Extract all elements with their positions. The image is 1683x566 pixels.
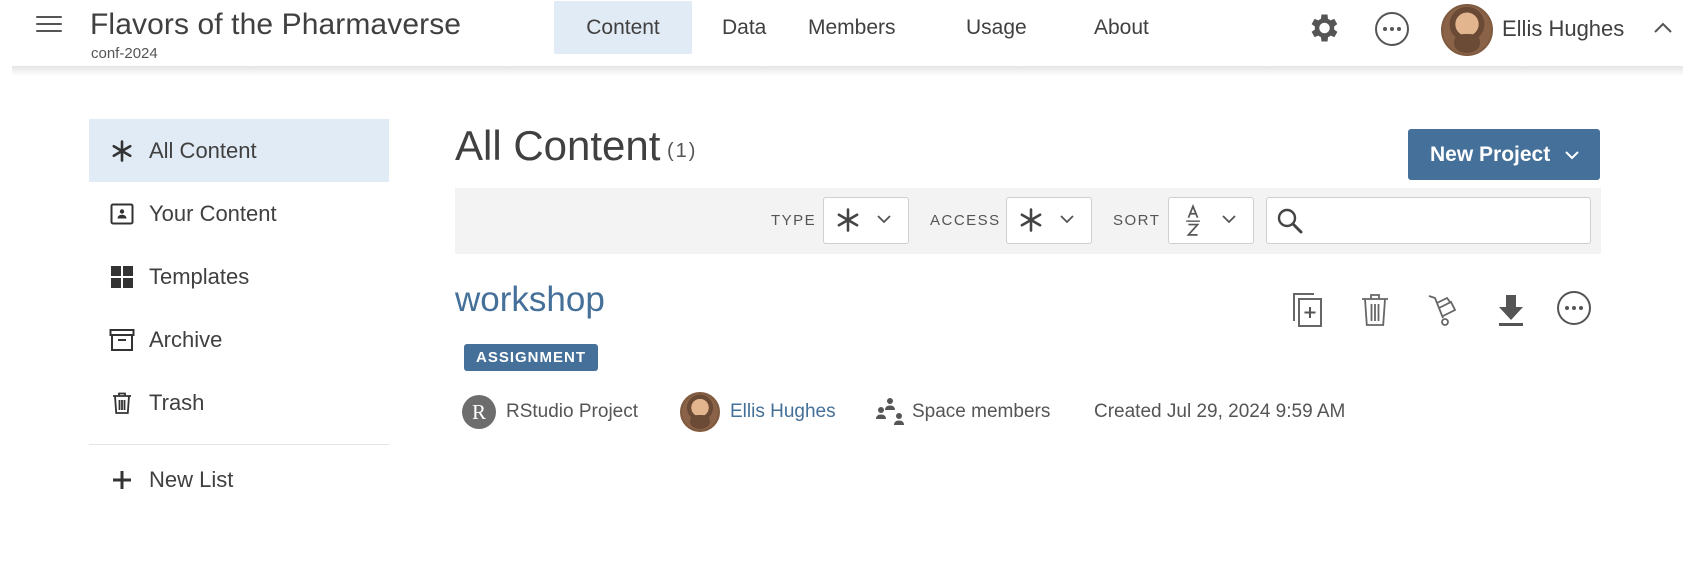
access-label: Space members [912, 401, 1051, 422]
download-icon [1499, 295, 1523, 326]
project-owner: Ellis Hughes [680, 392, 836, 432]
rstudio-icon: R [462, 395, 496, 429]
new-project-button[interactable]: New Project [1408, 129, 1600, 180]
sidebar-item-all-content[interactable]: All Content [89, 119, 389, 182]
new-list-button[interactable]: New List [89, 447, 389, 513]
trash-icon [109, 390, 135, 416]
sort-filter-label: SORT [1113, 212, 1161, 229]
user-name[interactable]: Ellis Hughes [1502, 16, 1624, 42]
chevron-down-icon [877, 215, 891, 224]
page-title: All Content [455, 122, 661, 169]
filter-bar: TYPE ACCESS SORT [455, 188, 1601, 254]
hamburger-menu-icon[interactable] [36, 16, 62, 36]
sidebar-item-label: Your Content [149, 200, 277, 226]
sort-select[interactable] [1168, 197, 1254, 244]
project-type: R RStudio Project [462, 393, 638, 431]
tab-content[interactable]: Content [554, 1, 692, 54]
tab-members[interactable]: Members [789, 1, 949, 54]
sidebar-item-label: Trash [149, 389, 205, 415]
grid-icon [109, 264, 135, 290]
asterisk-icon [109, 138, 135, 164]
sidebar-item-label: Templates [149, 263, 250, 289]
user-badge-icon [109, 201, 135, 227]
chevron-down-icon [1060, 215, 1074, 224]
search-box[interactable] [1266, 197, 1591, 244]
content-item-title[interactable]: workshop [455, 280, 605, 320]
access-filter-label: ACCESS [930, 212, 1001, 229]
trash-icon [1362, 294, 1388, 326]
more-options-icon[interactable] [1375, 12, 1409, 46]
sidebar-item-label: All Content [149, 137, 257, 163]
sidebar-item-trash[interactable]: Trash [89, 371, 389, 434]
space-nav: Content Data Members Usage About [554, 1, 1191, 54]
move-icon [1428, 295, 1457, 326]
type-filter-select[interactable] [823, 197, 909, 244]
asterisk-icon [1020, 208, 1042, 232]
type-filter-label: TYPE [771, 212, 817, 229]
tab-about[interactable]: About [1071, 1, 1191, 54]
owner-link[interactable]: Ellis Hughes [730, 401, 836, 423]
group-members-icon [876, 398, 904, 425]
plus-icon [109, 467, 135, 493]
space-subtitle: conf-2024 [91, 45, 158, 62]
project-type-label: RStudio Project [506, 401, 639, 422]
sidebar-item-label: Archive [149, 326, 223, 352]
access-filter-select[interactable] [1006, 197, 1092, 244]
gear-icon[interactable] [1305, 10, 1341, 46]
content-sidebar: All Content Your Content Templates Archi… [89, 119, 389, 513]
tab-data[interactable]: Data [692, 1, 789, 54]
space-title: Flavors of the Pharmaverse [90, 8, 462, 41]
tab-usage[interactable]: Usage [949, 1, 1071, 54]
download-project-button[interactable] [1491, 290, 1531, 330]
top-header: Flavors of the Pharmaverse conf-2024 Con… [0, 0, 1683, 70]
sidebar-item-templates[interactable]: Templates [89, 245, 389, 308]
assignment-badge: ASSIGNMENT [464, 344, 599, 371]
search-input[interactable] [1313, 204, 1583, 238]
copy-icon [1293, 293, 1322, 327]
created-date: Created Jul 29, 2024 9:59 AM [1094, 401, 1346, 422]
header-shadow [12, 66, 1683, 76]
chevron-down-icon [1565, 150, 1579, 159]
copy-project-button[interactable] [1287, 290, 1327, 330]
asterisk-icon [837, 208, 859, 232]
user-avatar[interactable] [1441, 4, 1493, 56]
chevron-down-icon [1222, 215, 1236, 224]
content-count: (1) [667, 140, 698, 162]
owner-avatar [680, 392, 720, 432]
more-options-icon[interactable] [1557, 291, 1591, 325]
project-access: Space members [874, 393, 1050, 431]
sidebar-item-your-content[interactable]: Your Content [89, 182, 389, 245]
new-project-label: New Project [1430, 142, 1551, 166]
sidebar-item-archive[interactable]: Archive [89, 308, 389, 371]
search-icon [1277, 208, 1303, 234]
chevron-up-icon[interactable] [1653, 18, 1673, 38]
new-list-label: New List [149, 467, 234, 492]
archive-box-icon [109, 327, 135, 353]
delete-project-button[interactable] [1355, 290, 1395, 330]
move-project-button[interactable] [1423, 290, 1463, 330]
sidebar-divider [89, 444, 389, 445]
sort-alpha-icon [1186, 204, 1200, 236]
